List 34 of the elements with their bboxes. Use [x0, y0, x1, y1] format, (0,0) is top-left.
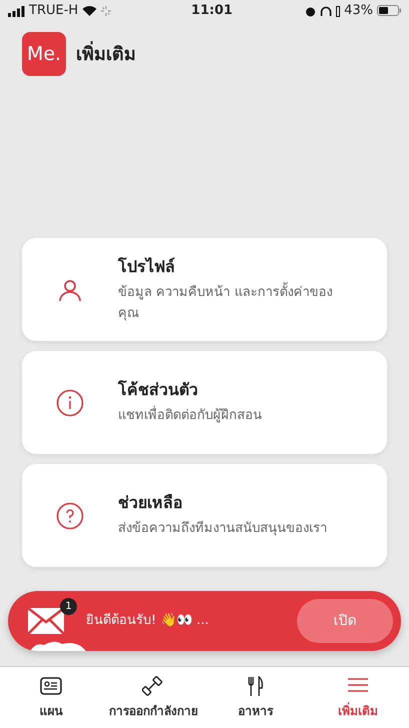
menu-card[interactable]: โปรไฟล์ ข้อมูล ความคืบหน้า และการตั้งค่าของคุณ [22, 238, 387, 341]
carrier-name: TRUE-H [29, 2, 78, 20]
tab-item[interactable]: แผน [0, 667, 102, 728]
banner-message: ยินดีต้อนรับ! 👋👀 ... [86, 612, 210, 630]
tab-item[interactable]: การออกกำลังกาย [102, 667, 204, 728]
wifi-icon [82, 5, 98, 16]
card-title: โค้ชส่วนตัว [118, 379, 199, 402]
headphones-icon [320, 6, 332, 16]
tab-item[interactable]: เพิ่มเติม [306, 667, 409, 728]
envelope-icon [28, 608, 64, 634]
menu-card[interactable]: ช่วยเหลือ ส่งข้อความถึงทีมงานสนับสนุนของเรา [22, 464, 387, 567]
card-title: ช่วยเหลือ [118, 492, 184, 514]
tab-item[interactable]: อาหาร [204, 667, 307, 728]
battery-level-icon [336, 6, 340, 16]
battery-icon [377, 5, 401, 16]
notification-badge: 1 [60, 598, 77, 615]
clock-time: 11:01 [191, 2, 233, 20]
card-title: โปรไฟล์ [118, 256, 176, 278]
loading-icon [101, 6, 112, 16]
page-title: เพิ่มเติม [76, 40, 136, 68]
foam-drawing [30, 639, 86, 651]
help-icon [56, 502, 84, 530]
menu-card[interactable]: โค้ชส่วนตัว แชทเพื่อติดต่อกับผู้ฝึกสอน [22, 351, 387, 454]
person-icon [58, 278, 82, 302]
card-subtitle: แชทเพื่อติดต่อกับผู้ฝึกสอน [118, 406, 262, 427]
app-logo: Me. [22, 32, 66, 76]
info-icon [56, 388, 84, 416]
card-subtitle: ข้อมูล ความคืบหน้า และการตั้งค่าของคุณ [118, 282, 348, 324]
dumbbell-icon [142, 676, 164, 696]
battery-percent: 43% [344, 2, 373, 20]
alarm-icon [305, 6, 316, 16]
signal-icon [8, 6, 25, 16]
id-card-icon [40, 676, 62, 696]
card-subtitle: ส่งข้อความถึงทีมงานสนับสนุนของเรา [118, 520, 327, 538]
